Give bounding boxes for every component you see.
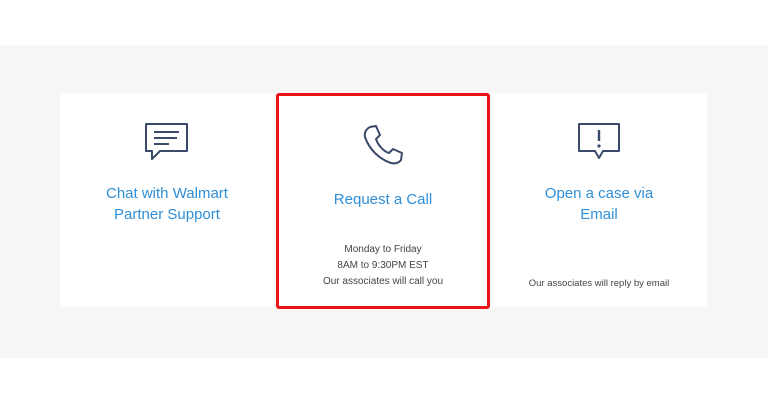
request-call-card[interactable]: Request a Call Monday to Friday 8AM to 9… <box>276 93 490 307</box>
email-case-title[interactable]: Open a case via Email <box>501 183 697 225</box>
request-call-title[interactable]: Request a Call <box>286 189 480 210</box>
alert-bubble-icon <box>576 121 622 168</box>
call-days: Monday to Friday <box>344 244 422 255</box>
email-reply-note: Our associates will reply by email <box>528 278 670 289</box>
email-case-card[interactable]: Open a case via Email Our associates wil… <box>491 93 707 307</box>
chat-title-line2: Partner Support <box>114 206 220 223</box>
call-time: 8AM to 9:30PM EST <box>337 260 429 271</box>
call-note: Our associates will call you <box>322 276 444 287</box>
chat-bubble-icon <box>143 121 191 168</box>
email-title-line1: Open a case via <box>544 185 654 202</box>
chat-title-line1: Chat with Walmart <box>106 185 228 202</box>
chat-support-card[interactable]: Chat with Walmart Partner Support <box>60 93 274 307</box>
chat-support-title[interactable]: Chat with Walmart Partner Support <box>70 183 264 225</box>
email-title-line2: Email <box>580 206 618 223</box>
call-hours-info: Monday to Friday 8AM to 9:30PM EST Our a… <box>284 242 482 290</box>
phone-icon <box>361 123 405 172</box>
